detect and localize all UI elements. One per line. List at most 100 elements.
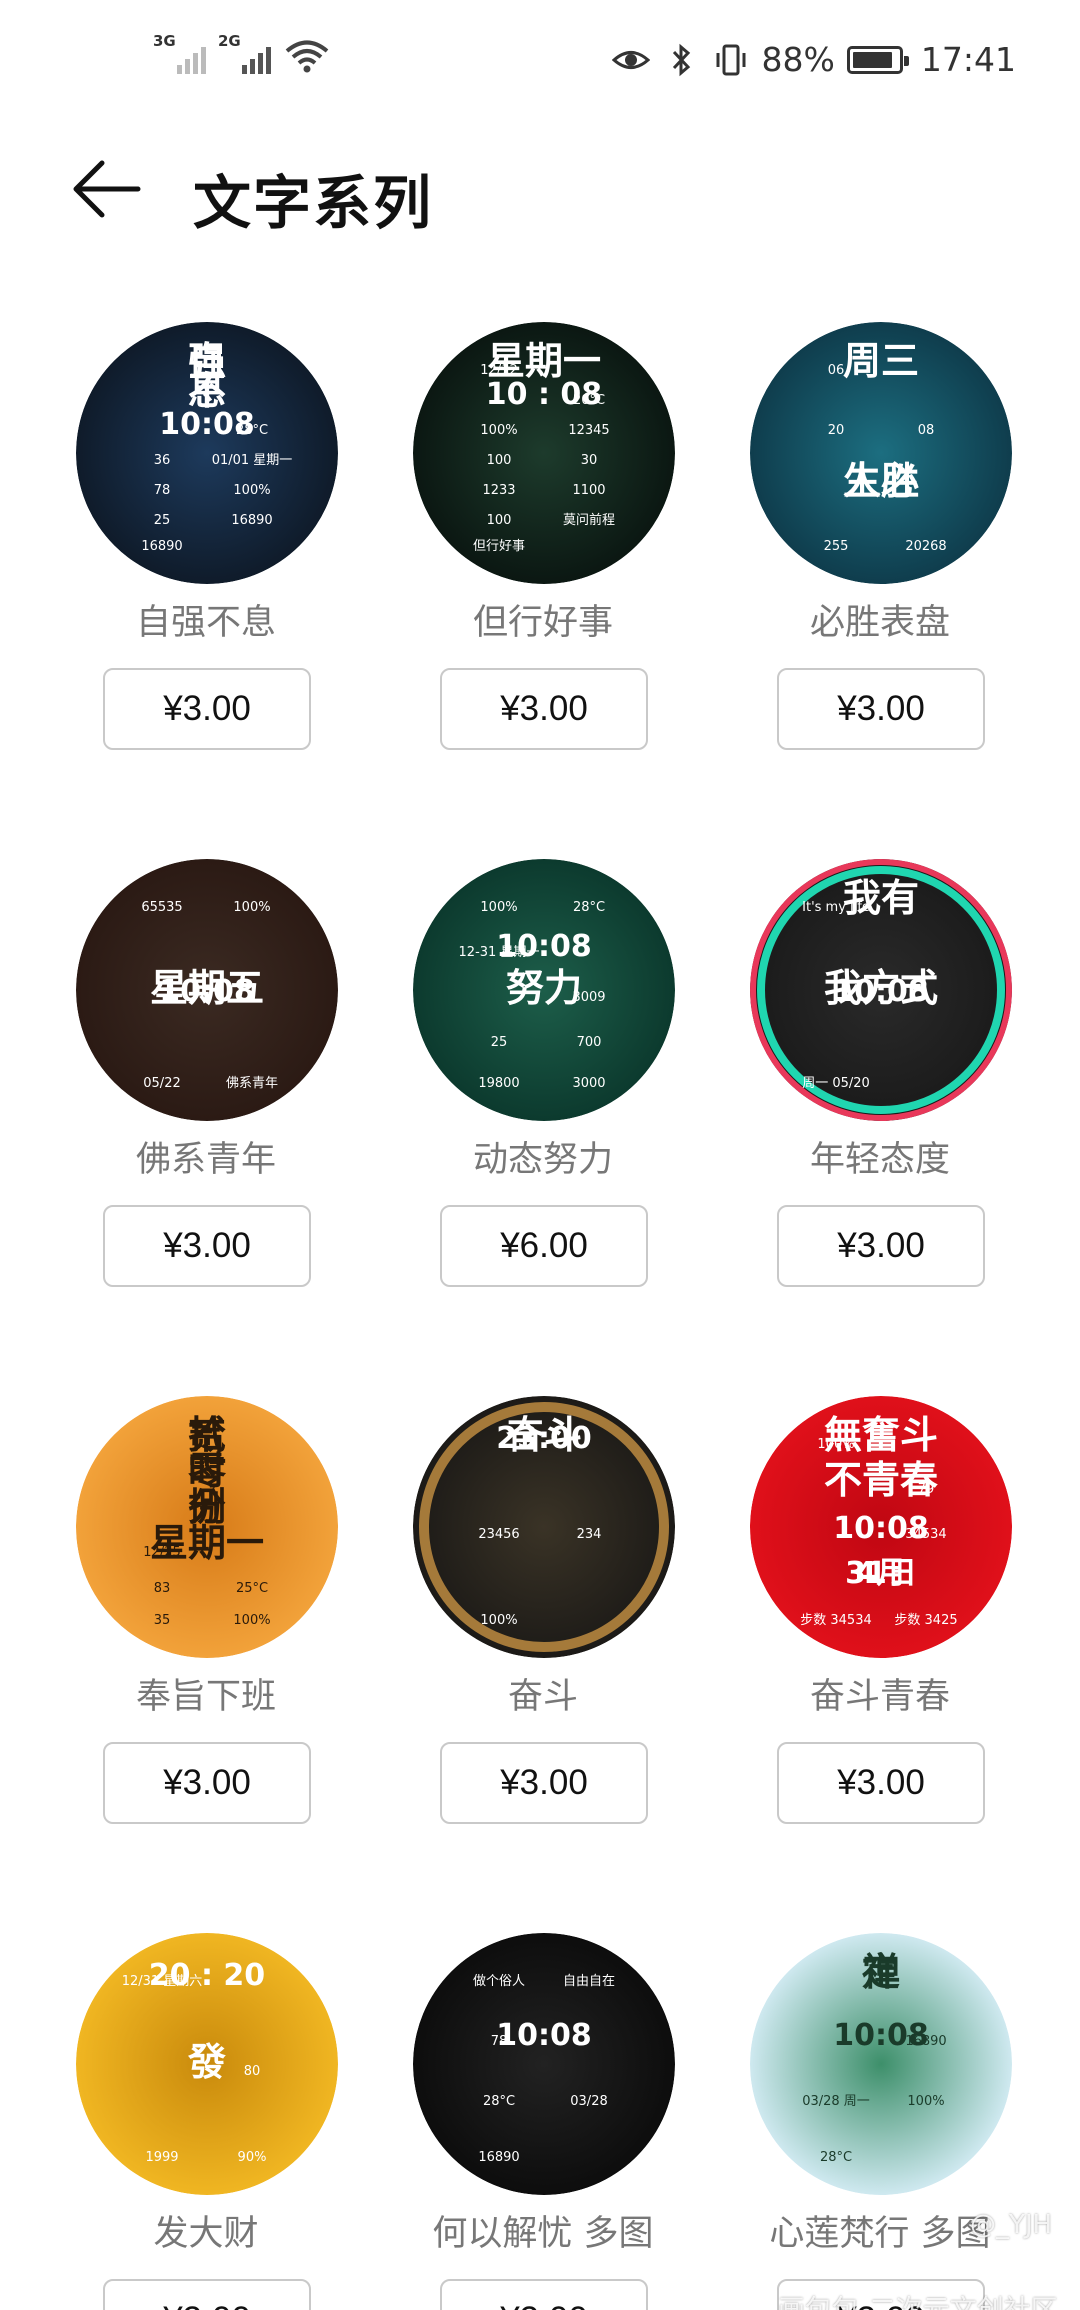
watchface-text: 10:08 — [496, 929, 592, 964]
watchface-text: 12345 — [568, 423, 609, 438]
vibrate-icon — [716, 44, 746, 75]
watchface-text: 25°C — [236, 1581, 268, 1596]
watchface-text: 周三 — [843, 339, 919, 383]
watchface-text: 100% — [480, 423, 517, 438]
watchface-thumbnail[interactable]: 拾贰时零捌分 12/25 星期一 83 25°C 35 100% — [76, 1396, 338, 1658]
watchface-text: 19800 — [478, 1076, 519, 1091]
status-bar: 3G 2G 88% 17:41 — [0, 0, 1080, 110]
watchface-name: 佛系青年 — [135, 1140, 276, 1180]
watchface-text: 10:08 — [833, 974, 929, 1009]
watchface-text: 100% — [233, 483, 270, 498]
header: 文字系列 — [0, 130, 1080, 250]
watchface-name: 奉旨下班 — [135, 1677, 276, 1717]
watchface-text: 65535 — [141, 900, 182, 915]
watchface-thumbnail[interactable]: 06 周三 20 08 人必 生胜 255 20268 — [750, 322, 1012, 584]
clock: 17:41 — [920, 40, 1016, 79]
signal-icon: 3G — [153, 32, 206, 74]
price-button[interactable]: ¥3.00 — [103, 668, 311, 750]
page-title: 文字系列 — [193, 169, 434, 237]
watchface-thumbnail[interactable]: 奋斗 23:00 23456 234 100% — [413, 1396, 675, 1658]
price-button[interactable]: ¥3.00 — [440, 2279, 648, 2310]
watchface-text: 10:08 — [159, 974, 255, 1009]
watchface-thumbnail[interactable]: 自强不息 10:08 28°C 36 01/01 星期一 78 100% 25 16890 168… — [76, 322, 338, 584]
watchface-text: 34534 — [905, 1527, 946, 1542]
watchface-text: 255 — [824, 539, 849, 554]
watchface-text: 3000 — [572, 1076, 605, 1091]
watchface-text: 100% — [480, 900, 517, 915]
watchface-name: 动态努力 — [472, 1140, 613, 1180]
bluetooth-icon — [672, 43, 690, 76]
watchface-thumbnail[interactable]: 100% 28°C 12-31 星期一 10:08 努力 3009 25 700 19800 30… — [413, 859, 675, 1121]
watchface-text: 28°C — [483, 2094, 515, 2109]
watchface-text: 03/28 — [570, 2094, 607, 2109]
watchface-text: 1999 — [145, 2150, 178, 2165]
wifi-icon — [285, 40, 329, 73]
watchface-text: 100% — [480, 1613, 517, 1628]
watchface-text: 16890 — [905, 2034, 946, 2049]
price-button[interactable]: ¥3.00 — [777, 1742, 985, 1824]
watchface-name: 年轻态度 — [809, 1140, 950, 1180]
watchface-text: 80 — [244, 2064, 261, 2079]
watchface-text: 周一 05/20 — [802, 1076, 870, 1091]
watchface-thumbnail[interactable]: 12/12 星期一 10 : 08 20°C 100% 12345 100 30 1233 110… — [413, 322, 675, 584]
watchface-text: 234 — [577, 1527, 602, 1542]
price-button[interactable]: ¥3.00 — [103, 1742, 311, 1824]
watchface-text: 佛系青年 — [226, 1076, 278, 1091]
price-button[interactable]: ¥6.00 — [440, 1205, 648, 1287]
watchface-text: 08 — [918, 423, 935, 438]
price-button[interactable]: ¥3.00 — [777, 1205, 985, 1287]
sim1-tag: 3G — [153, 32, 176, 50]
watchface-text: 1100 — [572, 483, 605, 498]
price-button[interactable]: ¥3.00 — [777, 668, 985, 750]
price-button[interactable]: ¥3.00 — [440, 668, 648, 750]
watchface-text: 36 — [154, 453, 171, 468]
watchface-text: 25 — [154, 513, 171, 528]
watchface-text: 78 — [154, 483, 171, 498]
watchface-thumbnail[interactable]: 100% 無奮斗 不青春 79 10:08 34534 4月 31日 步数 34534 步数 34… — [750, 1396, 1012, 1658]
watchface-text: 努力 — [506, 966, 582, 1010]
watchface-text: 05/22 — [143, 1076, 180, 1091]
watchface-text: 20 — [828, 423, 845, 438]
watchface-text: 步数 34534 — [800, 1613, 872, 1628]
watchface-text: 發 — [187, 2040, 226, 2084]
watchface-text: 步数 3425 — [894, 1613, 957, 1628]
watchface-name: 必胜表盘 — [809, 603, 950, 643]
watchface-thumbnail[interactable]: 做个俗人 自由自在 78 10:08 28°C 03/28 16890 — [413, 1933, 675, 2195]
eye-comfort-icon — [611, 50, 650, 69]
watchface-text: 我有 — [843, 876, 919, 920]
watchface-thumbnail[interactable]: 65535 100% 星期五 10:08 05/22 佛系青年 — [76, 859, 338, 1121]
watchface-text: 3009 — [572, 990, 605, 1005]
watchface-thumbnail[interactable]: 禅定 10:08 16890 03/28 周一 100% 28°C — [750, 1933, 1012, 2195]
watchface-thumbnail[interactable]: It's my life 我有 我方式 10:08 周一 05/20 — [750, 859, 1012, 1121]
watchface-name: 何以解忧 多图 — [432, 2214, 654, 2254]
watchface-text: 23456 — [478, 1527, 519, 1542]
status-left: 3G 2G — [153, 32, 329, 74]
watchface-text: 100% — [907, 2094, 944, 2109]
watchface-text: 生胜 — [843, 459, 919, 503]
watchface-text: 79 — [918, 1482, 935, 1497]
price-button[interactable]: ¥3.00 — [103, 1205, 311, 1287]
watchface-text: 700 — [577, 1035, 602, 1050]
watchface-text: 20°C — [573, 393, 605, 408]
price-button[interactable]: ¥3.00 — [103, 2279, 311, 2310]
watchface-text: 1233 — [482, 483, 515, 498]
watchface-text: 16890 — [141, 539, 182, 554]
watchface-text: 28°C — [573, 900, 605, 915]
watchface-name: 奋斗青春 — [809, 1677, 950, 1717]
watchface-text: 做个俗人 — [473, 1974, 525, 1989]
watchface-text: 01/01 星期一 — [212, 453, 293, 468]
watchface-thumbnail[interactable]: 12/31 星期六 20 : 20 發 80 1999 90% — [76, 1933, 338, 2195]
watchface-text: 23:00 — [496, 1421, 592, 1456]
watchface-text: 83 — [154, 1581, 171, 1596]
watchface-text: 35 — [154, 1613, 171, 1628]
sim2-tag: 2G — [218, 32, 241, 50]
watchface-text: 28°C — [820, 2150, 852, 2165]
price-button[interactable]: ¥3.00 — [440, 1742, 648, 1824]
watchface-text: 31日 — [845, 1556, 917, 1591]
watchface-text: 但行好事 — [473, 539, 525, 554]
watchface-name: 自强不息 — [135, 603, 276, 643]
arrow-left-icon[interactable] — [70, 152, 144, 226]
battery-percent: 88% — [761, 40, 835, 79]
watchface-text: 星期一 — [150, 1521, 264, 1565]
watermark: 画包包-二次元文创社区 — [778, 2288, 1058, 2310]
